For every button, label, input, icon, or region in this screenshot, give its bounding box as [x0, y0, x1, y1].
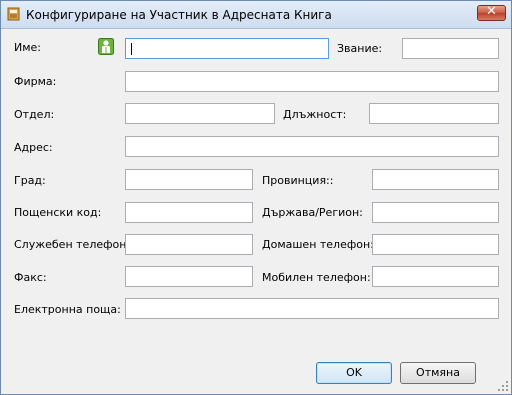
home-phone-field[interactable] — [372, 234, 499, 255]
title-bar[interactable]: Конфигуриране на Участник в Адресната Кн… — [1, 1, 511, 29]
postal-code-label: Пощенски код: — [14, 206, 102, 219]
ok-button[interactable]: OK — [316, 362, 392, 384]
address-label: Адрес: — [14, 141, 53, 154]
company-label: Фирма: — [14, 75, 57, 88]
department-label: Отдел: — [14, 108, 55, 121]
email-field[interactable] — [125, 298, 499, 319]
country-label: Държава/Регион: — [262, 206, 363, 219]
address-book-icon — [7, 7, 20, 21]
work-phone-label: Служебен телефон: — [14, 238, 131, 251]
department-field[interactable] — [125, 103, 275, 124]
close-icon: ✕ — [486, 4, 497, 19]
city-label: Град: — [14, 174, 46, 187]
position-label: Длъжност: — [283, 108, 347, 121]
fax-field[interactable] — [125, 266, 253, 287]
name-field[interactable] — [125, 38, 329, 59]
mobile-phone-label: Мобилен телефон: — [262, 271, 371, 284]
cancel-button[interactable]: Отмяна — [400, 362, 476, 384]
postal-code-field[interactable] — [125, 202, 253, 223]
province-label: Провинция:: — [262, 174, 334, 187]
city-field[interactable] — [125, 169, 253, 190]
window-title: Конфигуриране на Участник в Адресната Кн… — [26, 8, 332, 22]
title-label: Звание: — [337, 42, 383, 55]
resize-grip-icon[interactable] — [498, 381, 509, 392]
mobile-phone-field[interactable] — [372, 266, 499, 287]
home-phone-label: Домашен телефон: — [262, 238, 374, 251]
work-phone-field[interactable] — [125, 234, 253, 255]
company-field[interactable] — [125, 71, 499, 92]
contact-config-dialog: Конфигуриране на Участник в Адресната Кн… — [0, 0, 512, 395]
person-icon[interactable] — [98, 38, 114, 55]
province-field[interactable] — [372, 169, 499, 190]
title-field[interactable] — [402, 38, 499, 59]
email-label: Електронна поща: — [14, 303, 121, 316]
fax-label: Факс: — [14, 271, 47, 284]
close-button[interactable]: ✕ — [477, 4, 506, 21]
text-caret — [131, 43, 132, 55]
country-field[interactable] — [372, 202, 499, 223]
address-field[interactable] — [125, 136, 499, 157]
name-label: Име: — [14, 41, 42, 54]
position-field[interactable] — [369, 103, 499, 124]
